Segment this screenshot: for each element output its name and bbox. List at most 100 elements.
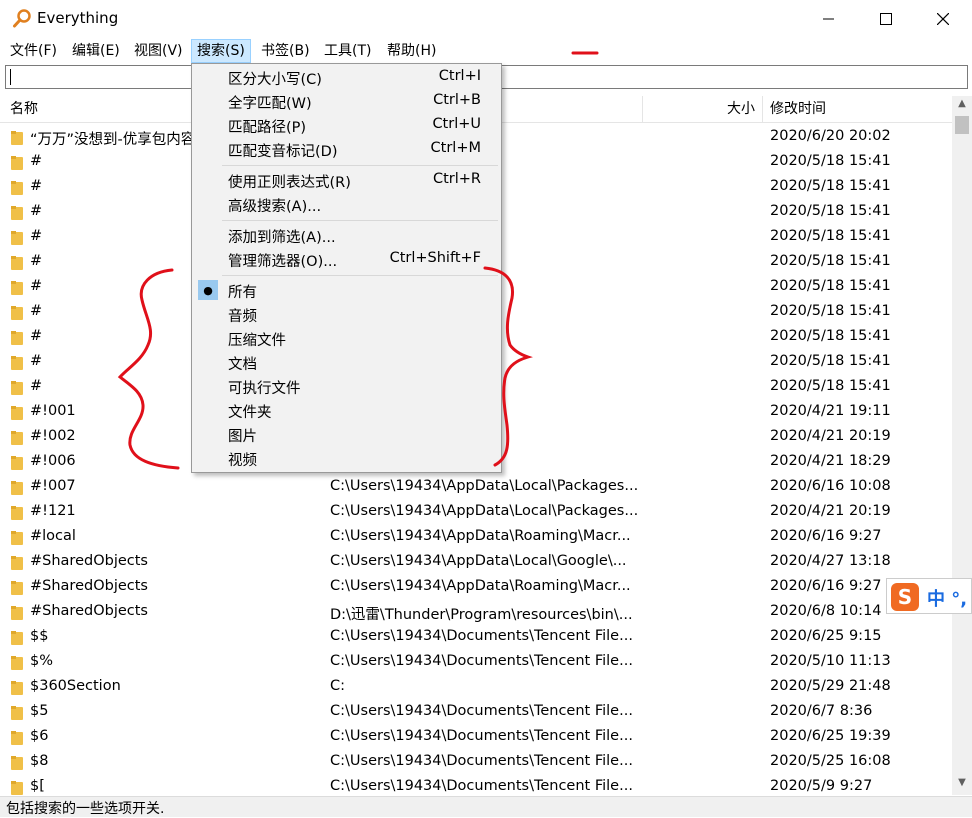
menu-edit[interactable]: 编辑(E) <box>67 40 125 62</box>
column-divider[interactable] <box>642 96 643 122</box>
folder-icon <box>11 656 23 670</box>
filter-item-audio[interactable]: 音频 <box>192 303 501 327</box>
window-title: Everything <box>37 9 119 27</box>
sogou-ime-logo-icon: S <box>891 583 919 611</box>
file-path: C:\Users\19434\Documents\Tencent File... <box>330 653 633 669</box>
filter-item-folder[interactable]: 文件夹 <box>192 399 501 423</box>
scroll-up-icon[interactable]: ▲ <box>952 98 972 114</box>
filter-item-everything[interactable]: ● 所有 <box>192 279 501 303</box>
filter-item-label: 压缩文件 <box>228 333 286 349</box>
menu-file[interactable]: 文件(F) <box>5 40 62 62</box>
file-path: C: <box>330 678 346 694</box>
filter-item-compressed[interactable]: 压缩文件 <box>192 327 501 351</box>
folder-icon <box>11 781 23 795</box>
menu-item-add-to-filters[interactable]: 添加到筛选(A)... <box>192 224 501 248</box>
file-modified: 2020/5/29 21:48 <box>770 678 891 694</box>
menu-item-label: 添加到筛选(A)... <box>228 230 336 246</box>
result-row[interactable]: $6 C:\Users\19434\Documents\Tencent File.… <box>0 725 952 750</box>
menu-view[interactable]: 视图(V) <box>129 40 188 62</box>
file-name: #SharedObjects <box>30 578 148 594</box>
filter-item-video[interactable]: 视频 <box>192 447 501 471</box>
menu-separator <box>222 275 498 276</box>
status-bar: 包括搜索的一些选项开关. <box>0 796 972 817</box>
folder-icon <box>11 206 23 220</box>
menu-item-shortcut: Ctrl+B <box>433 92 481 108</box>
minimize-button[interactable] <box>800 0 858 38</box>
vertical-scrollbar[interactable]: ▲ ▼ <box>952 96 972 795</box>
file-modified: 2020/4/21 20:19 <box>770 428 891 444</box>
folder-icon <box>11 331 23 345</box>
folder-icon <box>11 281 23 295</box>
menu-bar: 文件(F) 编辑(E) 视图(V) 搜索(S) 书签(B) 工具(T) 帮助(H… <box>0 38 972 63</box>
folder-icon <box>11 606 23 620</box>
menu-item-whole-word[interactable]: 全字匹配(W) Ctrl+B <box>192 90 501 114</box>
menu-separator <box>222 220 498 221</box>
filter-item-label: 文件夹 <box>228 405 272 421</box>
result-row[interactable]: #!121 C:\Users\19434\AppData\Local\Packag… <box>0 500 952 525</box>
column-modified-header[interactable]: 修改时间 <box>770 96 826 122</box>
file-name: # <box>30 378 43 394</box>
menu-item-match-case[interactable]: 区分大小写(C) Ctrl+I <box>192 66 501 90</box>
menu-item-label: 管理筛选器(O)... <box>228 254 338 270</box>
result-row[interactable]: $8 C:\Users\19434\Documents\Tencent File.… <box>0 750 952 775</box>
file-modified: 2020/5/9 9:27 <box>770 778 873 794</box>
menu-item-match-path[interactable]: 匹配路径(P) Ctrl+U <box>192 114 501 138</box>
file-modified: 2020/6/16 9:27 <box>770 528 882 544</box>
result-row[interactable]: #SharedObjects D:\迅雷\Thunder\Program\reso… <box>0 600 952 625</box>
menu-tools[interactable]: 工具(T) <box>319 40 376 62</box>
file-modified: 2020/6/20 20:02 <box>770 128 891 144</box>
filter-item-executable[interactable]: 可执行文件 <box>192 375 501 399</box>
folder-icon <box>11 581 23 595</box>
file-modified: 2020/5/18 15:41 <box>770 153 891 169</box>
menu-item-match-diacritics[interactable]: 匹配变音标记(D) Ctrl+M <box>192 138 501 162</box>
scroll-down-icon[interactable]: ▼ <box>952 777 972 793</box>
column-size-header[interactable]: 大小 <box>727 96 755 122</box>
file-name: # <box>30 153 43 169</box>
file-modified: 2020/5/18 15:41 <box>770 178 891 194</box>
result-row[interactable]: #SharedObjects C:\Users\19434\AppData\Loc… <box>0 550 952 575</box>
folder-icon <box>11 181 23 195</box>
ime-mode-text: 中 °, <box>927 589 968 610</box>
file-path: C:\Users\19434\Documents\Tencent File... <box>330 728 633 744</box>
scrollbar-thumb[interactable] <box>955 116 969 134</box>
result-row[interactable]: $[C:\Users\19434\Documents\Tencent File.… <box>0 775 952 795</box>
result-row[interactable]: #!007 C:\Users\19434\AppData\Local\Packag… <box>0 475 952 500</box>
folder-icon <box>11 381 23 395</box>
menu-item-regex[interactable]: 使用正则表达式(R) Ctrl+R <box>192 169 501 193</box>
column-name-header[interactable]: 名称 <box>10 96 38 122</box>
result-row[interactable]: $$ C:\Users\19434\Documents\Tencent File.… <box>0 625 952 650</box>
maximize-button[interactable] <box>857 0 915 38</box>
filter-item-picture[interactable]: 图片 <box>192 423 501 447</box>
ime-indicator[interactable]: S 中 °, <box>886 578 972 614</box>
file-modified: 2020/5/10 11:13 <box>770 653 891 669</box>
column-divider[interactable] <box>762 96 763 122</box>
file-path: C:\Users\19434\AppData\Local\Packages... <box>330 503 639 519</box>
radio-bullet-icon: ● <box>198 280 218 300</box>
filter-item-document[interactable]: 文档 <box>192 351 501 375</box>
file-name: #SharedObjects <box>30 603 148 619</box>
file-modified: 2020/6/7 8:36 <box>770 703 873 719</box>
folder-icon <box>11 506 23 520</box>
menu-item-organize-filters[interactable]: 管理筛选器(O)... Ctrl+Shift+F <box>192 248 501 272</box>
menu-item-shortcut: Ctrl+U <box>432 116 481 132</box>
menu-search[interactable]: 搜索(S) <box>191 39 251 63</box>
filter-item-label: 所有 <box>228 285 257 301</box>
file-modified: 2020/4/27 13:18 <box>770 553 891 569</box>
folder-icon <box>11 131 23 145</box>
file-modified: 2020/4/21 20:19 <box>770 503 891 519</box>
result-row[interactable]: $% C:\Users\19434\Documents\Tencent File.… <box>0 650 952 675</box>
menu-bookmarks[interactable]: 书签(B) <box>256 40 315 62</box>
folder-icon <box>11 731 23 745</box>
result-row[interactable]: #local C:\Users\19434\AppData\Roaming\Mac… <box>0 525 952 550</box>
file-modified: 2020/5/18 15:41 <box>770 303 891 319</box>
menu-item-shortcut: Ctrl+I <box>438 68 481 84</box>
result-row[interactable]: $360Section C: 2020/5/29 21:48 <box>0 675 952 700</box>
menu-item-label: 全字匹配(W) <box>228 96 312 112</box>
file-name: # <box>30 303 43 319</box>
menu-item-shortcut: Ctrl+R <box>432 171 481 187</box>
result-row[interactable]: $5 C:\Users\19434\Documents\Tencent File.… <box>0 700 952 725</box>
menu-item-advanced-search[interactable]: 高级搜索(A)... <box>192 193 501 217</box>
close-button[interactable] <box>914 0 972 38</box>
menu-help[interactable]: 帮助(H) <box>382 40 441 62</box>
result-row[interactable]: #SharedObjects C:\Users\19434\AppData\Roa… <box>0 575 952 600</box>
